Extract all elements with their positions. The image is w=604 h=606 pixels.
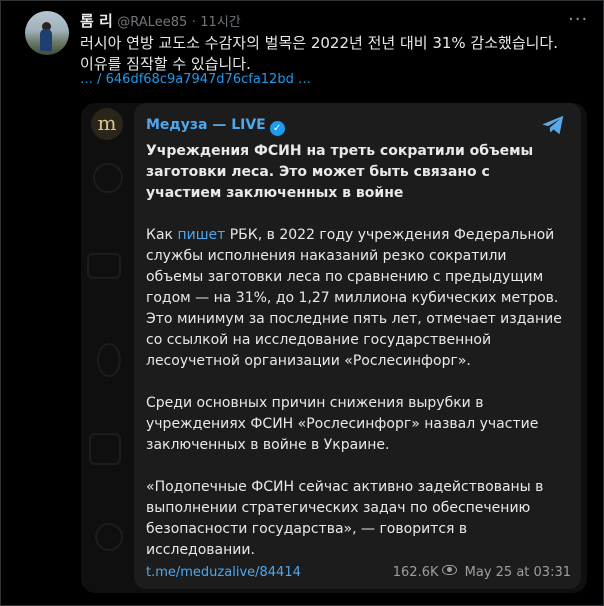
post-date: May 25 at 03:31 (464, 565, 571, 580)
tweet-text: 러시아 연방 교도소 수감자의 벌목은 2022년 전년 대비 31% 감소했습… (80, 34, 558, 73)
telegram-embed[interactable]: m Медуза — LIVE ✓ Учреждения ФСИН на трет… (81, 103, 587, 593)
view-count: 162.6K (392, 565, 439, 580)
message-bubble: Медуза — LIVE ✓ Учреждения ФСИН на треть … (134, 103, 581, 589)
post-link[interactable]: t.me/meduzalive/84414 (146, 565, 301, 580)
more-icon[interactable]: ··· (568, 9, 588, 30)
message-headline: Учреждения ФСИН на треть сократили объем… (146, 143, 534, 201)
avatar-figure-body (40, 29, 52, 51)
eye-icon (441, 565, 457, 575)
avatar[interactable] (25, 11, 69, 55)
background-doodle (93, 163, 123, 193)
background-doodle (87, 253, 121, 279)
channel-name: Медуза — LIVE (146, 117, 266, 133)
p1-after: РБК, в 2022 году учреждения Федеральной … (146, 227, 562, 369)
verified-icon: ✓ (269, 121, 285, 136)
telegram-icon[interactable] (540, 112, 566, 138)
author-handle[interactable]: @RALee85 (117, 15, 187, 30)
paragraph-2: Среди основных причин снижения вырубки в… (146, 395, 539, 453)
tweet-header: 롬 리 @RALee85 · 11시간 (80, 10, 241, 31)
message-footer: t.me/meduzalive/84414 162.6K May 25 at 0… (146, 565, 571, 580)
paragraph-3: «Подопечные ФСИН сейчас активно задейств… (146, 479, 544, 558)
source-link[interactable]: пишет (177, 227, 225, 243)
tweet-link[interactable]: … / 646df68c9a7947d76cfa12bd … (80, 72, 311, 87)
tweet-time[interactable]: 11시간 (200, 15, 240, 30)
message-text: Учреждения ФСИН на треть сократили объем… (146, 141, 566, 561)
author-name[interactable]: 롬 리 (80, 12, 113, 30)
channel-title[interactable]: Медуза — LIVE ✓ (146, 117, 285, 136)
background-doodle (95, 523, 123, 551)
background-doodle (89, 433, 121, 465)
separator-dot: · (191, 15, 196, 30)
p1-before: Как (146, 227, 178, 243)
meduza-logo: m (91, 108, 123, 140)
background-doodle (97, 343, 121, 377)
